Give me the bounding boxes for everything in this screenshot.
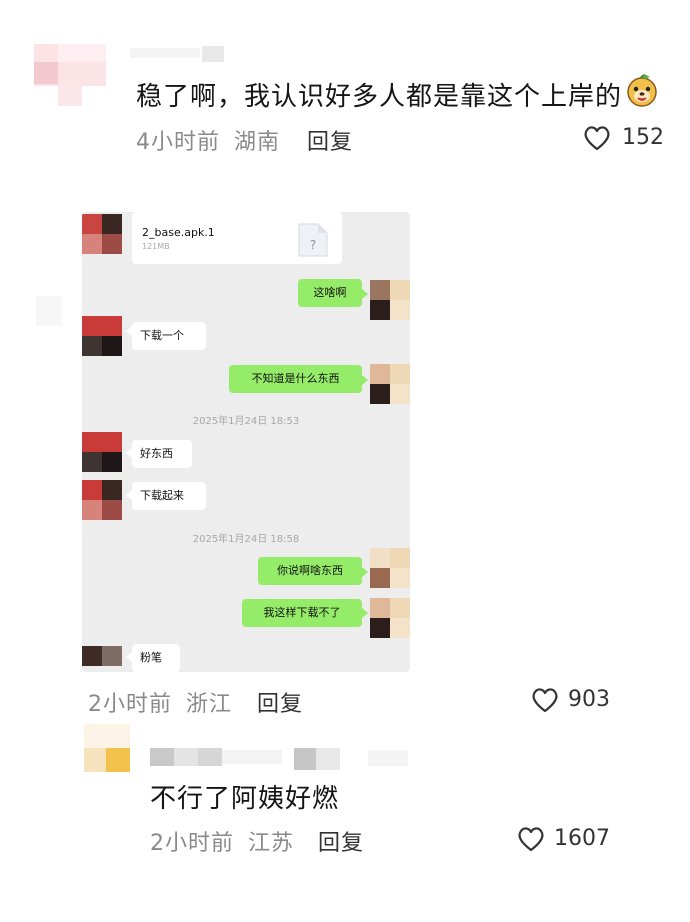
self-avatar [370, 598, 410, 638]
file-unknown-icon: ? [298, 223, 328, 257]
comment-location: 江苏 [248, 831, 295, 856]
chat-screenshot-image[interactable]: 2_base.apk.1 121MB ? 这啥啊 下载一个 不知道是什么东西 2… [82, 212, 410, 672]
bubble-tail [362, 567, 368, 577]
message-bubble: 这啥啊 [298, 279, 362, 307]
dog-face-emoji-icon [627, 74, 657, 107]
sender-avatar [82, 214, 122, 254]
like-button[interactable]: 1607 [516, 825, 626, 855]
message-bubble: 不知道是什么东西 [229, 365, 362, 393]
self-avatar [370, 280, 410, 320]
message-bubble: 粉笔 [132, 644, 180, 672]
avatar[interactable] [84, 724, 130, 774]
comment-time: 2小时前 [88, 692, 172, 717]
self-avatar [370, 548, 410, 588]
comment-text-content: 稳了啊，我认识好多人都是靠这个上岸的 [136, 82, 623, 112]
like-count: 152 [622, 125, 664, 150]
bubble-tail [362, 608, 368, 618]
timestamp: 2025年1月24日 18:58 [192, 534, 300, 545]
like-button[interactable]: 903 [530, 686, 630, 716]
timestamp: 2025年1月24日 18:53 [192, 416, 300, 427]
comment-meta: 2小时前 江苏 [150, 825, 294, 857]
message-bubble: 好东西 [132, 440, 192, 468]
username[interactable] [130, 46, 226, 62]
message-bubble: 我这样下载不了 [242, 599, 362, 627]
comment-text: 不行了阿姨好燃 [150, 784, 340, 814]
message-bubble: 你说啊啥东西 [258, 557, 362, 585]
reply-button[interactable]: 回复 [257, 686, 303, 718]
bubble-tail [362, 289, 368, 299]
sender-avatar [82, 432, 122, 472]
comment-location: 浙江 [186, 692, 233, 717]
like-count: 1607 [554, 826, 610, 851]
comment-location: 湖南 [234, 130, 281, 155]
file-card[interactable]: 2_base.apk.1 121MB ? [132, 212, 342, 264]
comment-meta: 2小时前 浙江 [88, 686, 232, 718]
self-avatar [370, 364, 410, 404]
message-bubble: 下载一个 [132, 322, 206, 350]
reply-button[interactable]: 回复 [318, 825, 364, 857]
bubble-tail [362, 375, 368, 385]
file-size: 121MB [142, 242, 170, 251]
username[interactable] [150, 748, 410, 770]
like-button[interactable]: 152 [582, 124, 672, 154]
message-bubble: 下载起来 [132, 482, 206, 510]
file-name: 2_base.apk.1 [142, 226, 215, 239]
comment-meta: 4小时前 湖南 [136, 124, 280, 156]
comment-time: 4小时前 [136, 130, 220, 155]
heart-icon [584, 126, 610, 151]
avatar[interactable] [34, 44, 106, 106]
sender-avatar [82, 646, 122, 672]
heart-icon [518, 827, 544, 852]
reply-button[interactable]: 回复 [307, 124, 353, 156]
svg-text:?: ? [310, 238, 316, 252]
comment-time: 2小时前 [150, 831, 234, 856]
sender-avatar [82, 316, 122, 356]
like-count: 903 [568, 687, 610, 712]
sender-avatar [82, 480, 122, 520]
avatar[interactable] [36, 296, 62, 326]
comment-text: 稳了啊，我认识好多人都是靠这个上岸的 [136, 76, 622, 113]
heart-icon [532, 688, 558, 713]
